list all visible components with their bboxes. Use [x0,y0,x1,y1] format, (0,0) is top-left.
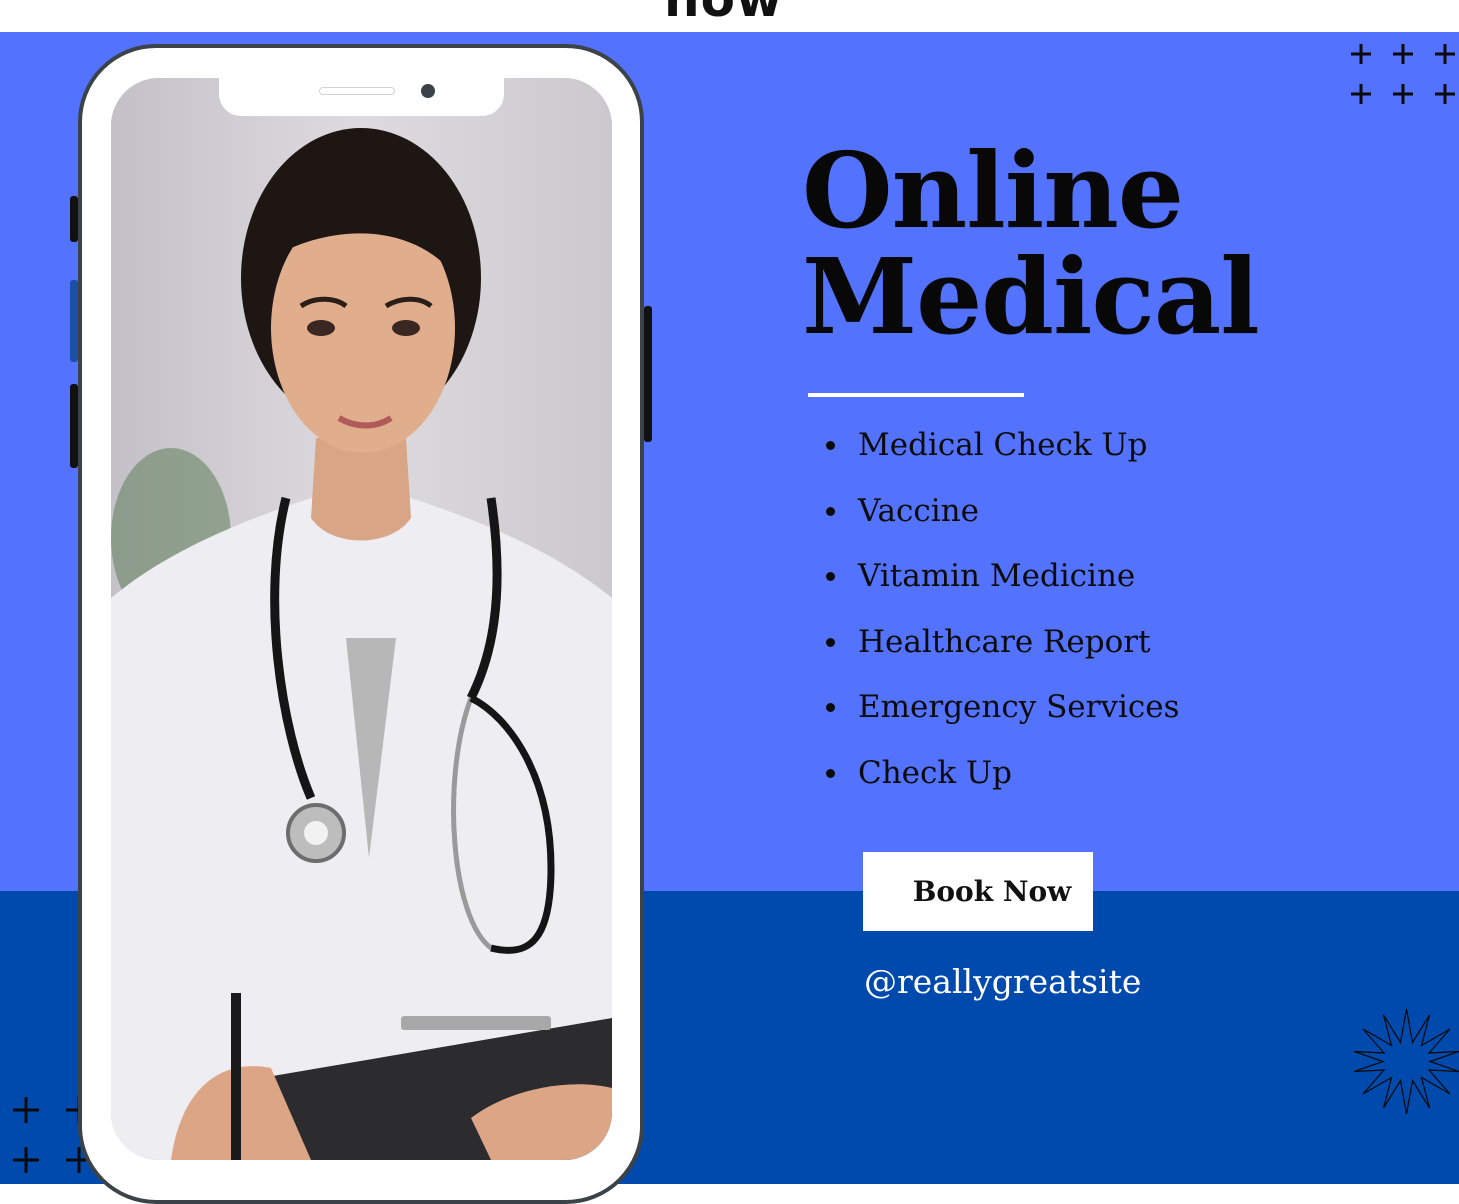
phone-speaker [319,87,395,95]
page-title: Online Medical [802,129,1260,358]
phone-notch [219,78,504,116]
list-item: Vaccine [826,484,1180,550]
phone-camera-icon [421,84,435,98]
title-line-1: Online [802,129,1184,252]
title-line-2: Medical [802,235,1260,358]
list-item: Vitamin Medicine [826,549,1180,615]
book-now-button[interactable]: Book Now [863,852,1093,931]
title-divider [808,393,1024,397]
phone-side-button [644,306,652,442]
phone-side-button [70,196,78,242]
starburst-icon [1353,954,1459,1173]
list-item: Healthcare Report [826,615,1180,681]
phone-side-button [70,280,78,362]
services-list: Medical Check Up Vaccine Vitamin Medicin… [826,418,1180,812]
list-item: Medical Check Up [826,418,1180,484]
social-handle[interactable]: @reallygreatsite [864,962,1141,1001]
top-cropped-word: now [664,0,783,28]
list-item: Emergency Services [826,680,1180,746]
top-strip: now [0,0,1459,32]
plus-grid-icon [1345,40,1459,110]
list-item: Check Up [826,746,1180,812]
phone-side-button [70,384,78,468]
doctor-photo [111,78,612,1160]
